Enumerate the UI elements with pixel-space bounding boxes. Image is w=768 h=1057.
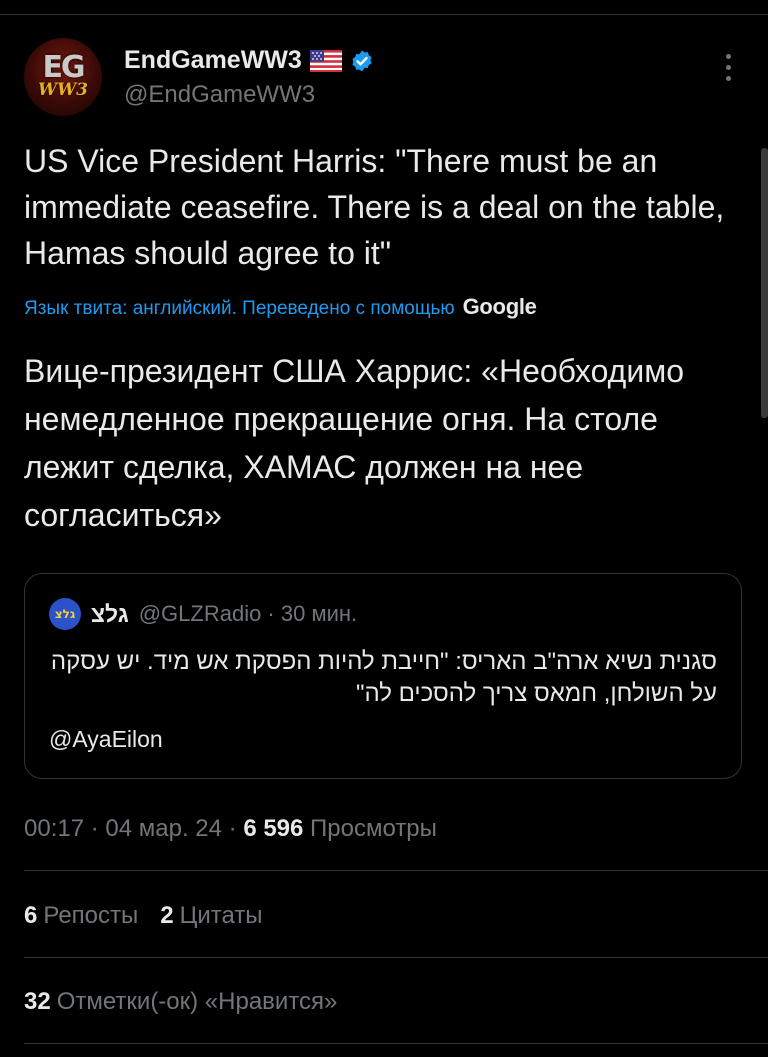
quotes-link[interactable]: 2 Цитаты bbox=[160, 902, 262, 929]
quoted-tweet-text: סגנית נשיא ארה"ב האריס: "חייבת להיות הפס… bbox=[50, 648, 717, 707]
quoted-author-avatar: גלצ bbox=[49, 598, 81, 630]
google-logo: Google bbox=[462, 294, 537, 319]
translation-notice: Язык твита: английский. Переведено с пом… bbox=[24, 294, 537, 320]
quoted-author-name: גלצ bbox=[91, 600, 129, 627]
author-display-name[interactable]: EndGameWW3 bbox=[124, 46, 302, 75]
quoted-handle-time: @GLZRadio · 30 мин. bbox=[138, 601, 358, 626]
likes-label: Отметки(-ок) «Нравится» bbox=[56, 988, 338, 1015]
us-flag-icon bbox=[309, 49, 342, 72]
more-options-icon[interactable] bbox=[718, 54, 738, 84]
tweet-timestamp[interactable]: 00:17 · 04 мар. 24 · bbox=[24, 815, 243, 842]
likes-link[interactable]: 32 Отметки(-ок) «Нравится» bbox=[24, 988, 337, 1015]
views-count: 6 596 bbox=[243, 815, 304, 842]
quoted-tweet-header: גלצ גלצ @GLZRadio · 30 мин. bbox=[49, 598, 357, 630]
views-label: Просмотры bbox=[310, 815, 437, 842]
translation-label[interactable]: Язык твита: английский. Переведено с пом… bbox=[24, 298, 455, 320]
tweet-meta: 00:17 · 04 мар. 24 · 6 596 Просмотры bbox=[24, 815, 437, 843]
reposts-quotes-row: 6 Репосты 2 Цитаты bbox=[24, 902, 263, 930]
author-avatar[interactable]: EG WW3 bbox=[24, 38, 102, 116]
divider bbox=[24, 957, 768, 958]
reposts-label: Репосты bbox=[43, 902, 139, 929]
author-handle[interactable]: @EndGameWW3 bbox=[124, 81, 315, 109]
likes-count: 32 bbox=[24, 988, 51, 1015]
scrollbar[interactable] bbox=[761, 148, 768, 418]
quotes-label: Цитаты bbox=[179, 902, 263, 929]
quoted-tweet-card[interactable]: גלצ גלצ @GLZRadio · 30 мин. סגנית נשיא א… bbox=[24, 573, 742, 779]
reposts-count: 6 bbox=[24, 902, 38, 929]
avatar-logo-text-bottom: WW3 bbox=[37, 80, 88, 100]
reposts-link[interactable]: 6 Репосты bbox=[24, 902, 138, 929]
author-name-row: EndGameWW3 bbox=[124, 46, 374, 75]
divider bbox=[24, 1043, 768, 1044]
tweet-text: US Vice President Harris: "There must be… bbox=[24, 143, 725, 271]
quotes-count: 2 bbox=[160, 902, 174, 929]
divider bbox=[24, 870, 768, 871]
quoted-mention-link[interactable]: @AyaEilon bbox=[49, 726, 163, 753]
verified-badge-icon bbox=[352, 50, 372, 71]
top-divider bbox=[0, 14, 768, 15]
translated-tweet-text: Вице-президент США Харрис: «Необходимо н… bbox=[24, 353, 684, 533]
likes-row: 32 Отметки(-ок) «Нравится» bbox=[24, 988, 337, 1016]
